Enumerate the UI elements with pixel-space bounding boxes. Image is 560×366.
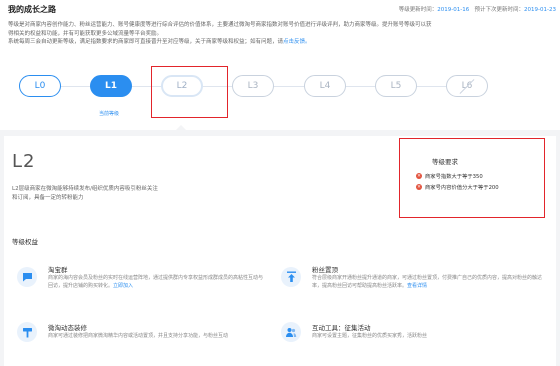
- update-date: 2019-01-16: [437, 7, 470, 13]
- people-icon: [281, 322, 301, 342]
- update-label: 等级更新时间：: [398, 7, 438, 13]
- level-node-l0[interactable]: L0: [19, 75, 61, 97]
- highlight-box-selected-level: [151, 66, 228, 118]
- benefits-title: 等级权益: [12, 238, 38, 246]
- page-title: 我的成长之路: [8, 5, 56, 14]
- level-node-l3[interactable]: L3: [232, 75, 274, 97]
- description-line-3-text: 系统每周三会自动更新等级，满足指数要求的商家即可直接晋升至对应等级，关于商家等级…: [8, 39, 284, 46]
- benefit-description-text: 商家的海内容会员及粉丝的实时在线运营阵地，通过提供群内专享权益形成群成员的高粘性…: [48, 275, 264, 289]
- detail-level-description: L2层级商家在微淘能够持续发布/组织优质内容吸引粉丝关注和订阅，具备一定的转粉能…: [12, 186, 158, 201]
- level-node-l5[interactable]: L5: [375, 75, 417, 97]
- join-now-link[interactable]: 立即加入: [113, 283, 133, 289]
- selected-level-pointer: [175, 125, 187, 131]
- benefit-description: 符合层级商家开通粉丝提升通道的商家，可通过粉丝置顶，付费推广自己的优质内容，提高…: [312, 275, 548, 290]
- update-info: 等级更新时间：2019-01-16 预计下次更新时间：2019-01-23: [399, 5, 556, 13]
- benefit-title: 互动工具：征集活动: [312, 324, 371, 332]
- benefit-description: 商家的海内容会员及粉丝的实时在线运营阵地，通过提供群内专享权益形成群成员的高粘性…: [48, 275, 264, 290]
- benefit-title: 淘宝群: [48, 266, 68, 274]
- level-node-l1[interactable]: L1: [90, 75, 132, 97]
- level-description: 等级是对商家内容创作能力、粉丝运营能力、账号健康度等进行综合评估的价值体系，主要…: [8, 21, 552, 47]
- feedback-link[interactable]: 点击反馈。: [283, 39, 311, 45]
- brush-icon: [17, 322, 37, 342]
- level-node-l6[interactable]: L6: [446, 75, 488, 97]
- benefit-description: 商家可设置主题，征集粉丝的优质买家秀，活跃粉丝: [312, 333, 428, 339]
- next-update-date: 2019-01-23: [524, 7, 556, 13]
- description-line-3: 系统每周三会自动更新等级，满足指数要求的商家即可直接晋升至对应等级，关于商家等级…: [8, 38, 552, 47]
- current-level-label: 当前等级: [99, 111, 120, 117]
- highlight-box-requirements: [399, 138, 545, 218]
- detail-level-title: L2: [12, 151, 36, 172]
- level-node-l4[interactable]: L4: [304, 75, 346, 97]
- benefit-description: 商家可通过装修把商家微淘精华内容或活动置顶，并且支持分享功能，与粉丝互动: [48, 333, 229, 339]
- chat-group-icon: [17, 267, 37, 287]
- description-line-1: 等级是对商家内容创作能力、粉丝运营能力、账号健康度等进行综合评估的价值体系，主要…: [8, 22, 432, 28]
- description-line-2: 得相关的权益和功能，并有可能获取更多公域流量等平台奖励。: [8, 30, 163, 37]
- benefit-title: 粉丝置顶: [312, 266, 338, 274]
- benefit-title: 微淘动态装修: [48, 324, 87, 332]
- pin-top-icon: [281, 267, 301, 287]
- next-update-label: 预计下次更新时间：: [474, 7, 525, 13]
- view-details-link[interactable]: 查看详情: [407, 283, 427, 289]
